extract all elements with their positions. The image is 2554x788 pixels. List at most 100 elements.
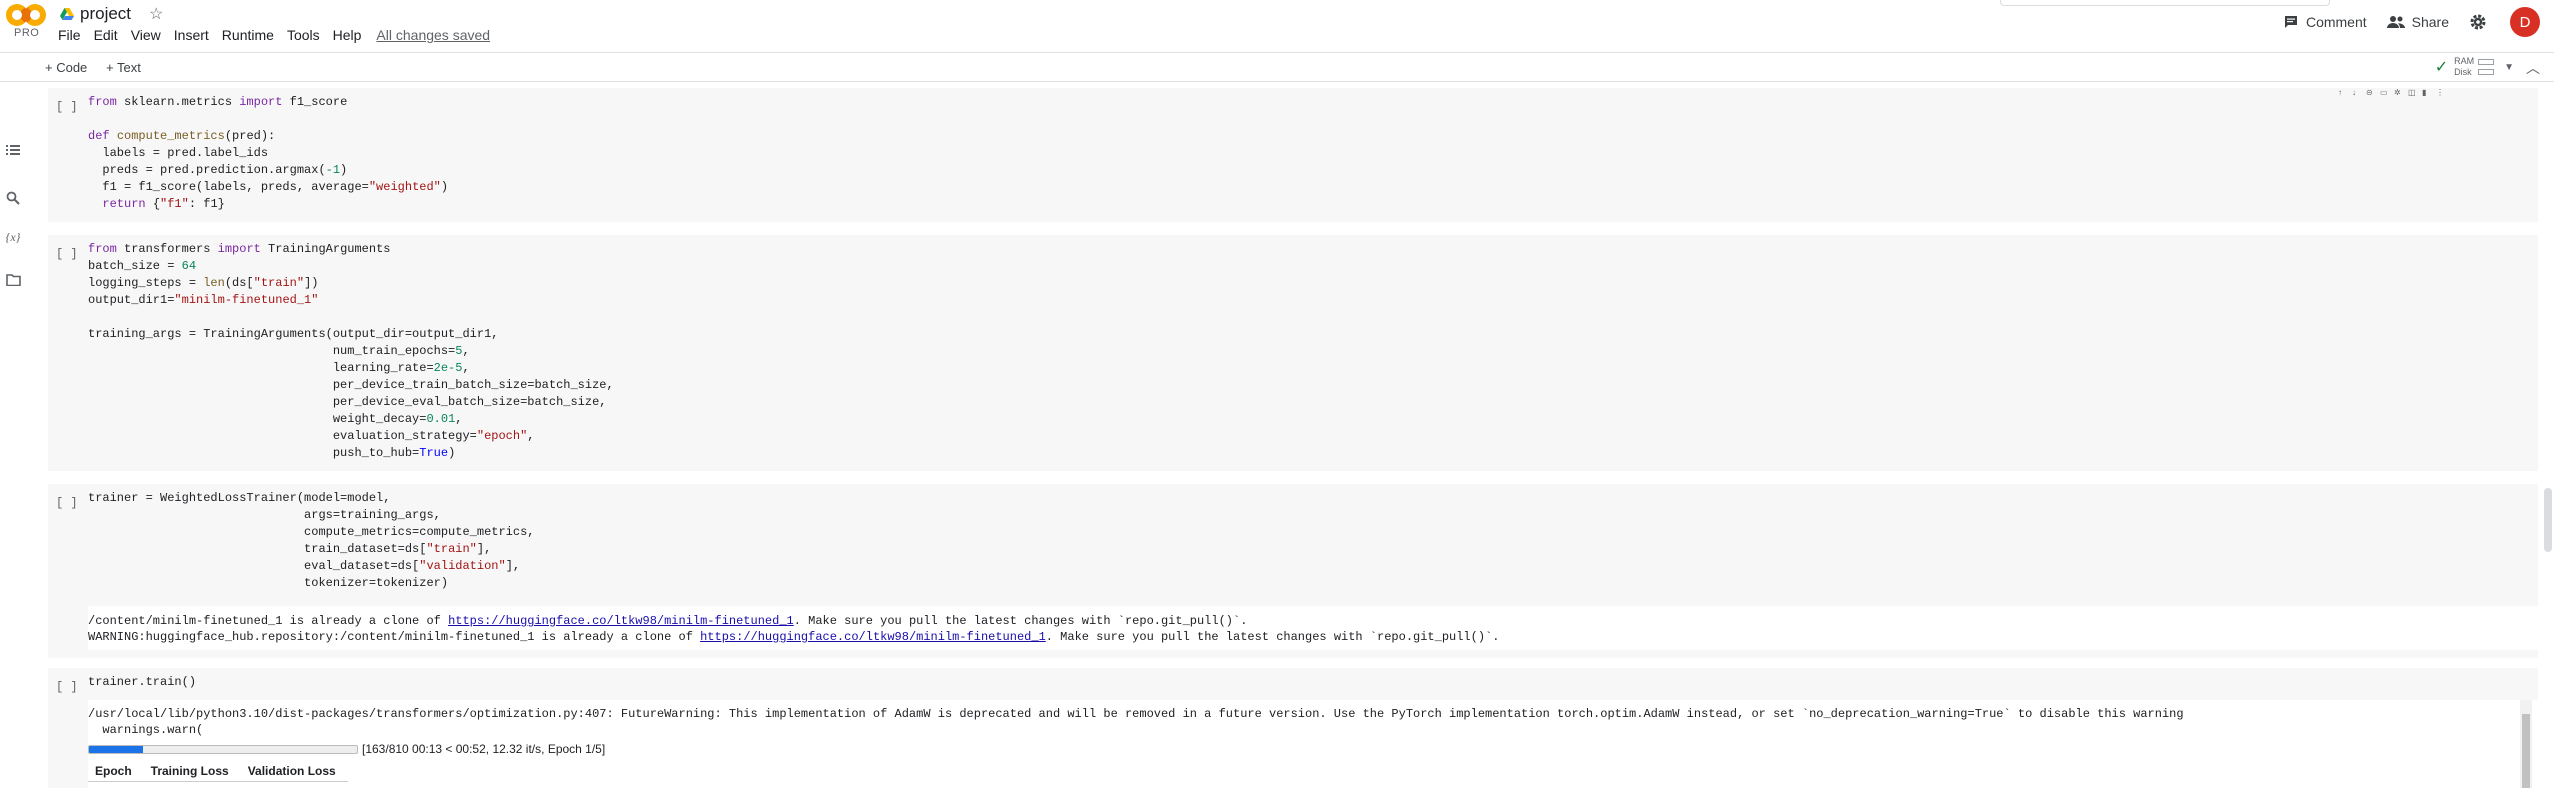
- left-sidebar: {x}: [0, 82, 26, 788]
- run-cell-button[interactable]: [ ]: [56, 100, 78, 114]
- table-of-contents-icon[interactable]: [4, 144, 22, 162]
- comment-cell-icon[interactable]: ▭: [2380, 88, 2394, 97]
- run-cell-button[interactable]: [ ]: [56, 496, 78, 510]
- disk-bar: [2478, 69, 2495, 75]
- column-header: Validation Loss: [247, 764, 336, 778]
- progress-text: [163/810 00:13 < 00:52, 12.32 it/s, Epoc…: [362, 742, 606, 756]
- menu-view[interactable]: View: [131, 27, 161, 43]
- code-line: from transformers import TrainingArgumen…: [88, 242, 391, 256]
- save-status[interactable]: All changes saved: [376, 27, 490, 43]
- code-editor[interactable]: trainer.train(): [88, 674, 196, 691]
- output-line: WARNING:huggingface_hub.repository:/cont…: [88, 629, 2538, 645]
- output-text: . Make sure you pull the latest changes …: [1045, 630, 1500, 644]
- menu-edit[interactable]: Edit: [94, 27, 118, 43]
- code-line: trainer.train(): [88, 675, 197, 689]
- output-text: WARNING:huggingface_hub.repository:/cont…: [88, 630, 701, 644]
- move-down-icon[interactable]: ↓: [2352, 88, 2366, 97]
- progress-bar: [88, 744, 358, 754]
- code-editor[interactable]: from sklearn.metrics import f1_score def…: [88, 94, 448, 213]
- pro-badge: PRO: [14, 27, 40, 39]
- code-line: compute_metrics=compute_metrics,: [88, 525, 535, 539]
- progress-bar-fill: [89, 745, 143, 753]
- code-editor[interactable]: trainer = WeightedLossTrainer(model=mode…: [88, 490, 534, 592]
- comment-icon: [2284, 16, 2297, 28]
- share-people-icon: [2386, 16, 2405, 28]
- disk-label: Disk: [2454, 67, 2472, 77]
- menu-runtime[interactable]: Runtime: [222, 27, 274, 43]
- metrics-table-header: Epoch Training Loss Validation Loss: [88, 764, 348, 782]
- cell-output: /content/minilm-finetuned_1 is already a…: [88, 606, 2538, 650]
- code-cell[interactable]: [ ] from transformers import TrainingArg…: [48, 235, 2538, 471]
- code-cell[interactable]: ↑ ↓ ⊝ ▭ ✲ ◫ ▮ ⋮ [ ] from sklearn.metrics…: [48, 88, 2538, 222]
- code-line: learning_rate=2e-5,: [88, 361, 470, 375]
- notification-bar: [2000, 0, 2330, 6]
- training-progress: [163/810 00:13 < 00:52, 12.32 it/s, Epoc…: [88, 742, 605, 756]
- code-line: tokenizer=tokenizer): [88, 576, 449, 590]
- warning-line: warnings.warn(: [88, 723, 204, 737]
- code-line: preds = pred.prediction.argmax(-1): [88, 163, 348, 177]
- run-cell-button[interactable]: [ ]: [56, 247, 78, 261]
- code-line: train_dataset=ds["train"],: [88, 542, 492, 556]
- code-line: def compute_metrics(pred):: [88, 129, 276, 143]
- code-line: batch_size = 64: [88, 259, 197, 273]
- output-scrollbar[interactable]: [2520, 700, 2532, 788]
- menu-help[interactable]: Help: [333, 27, 362, 43]
- search-icon[interactable]: [4, 191, 22, 209]
- output-scrollbar-thumb[interactable]: [2522, 714, 2530, 788]
- share-button[interactable]: Share: [2386, 14, 2449, 30]
- more-icon[interactable]: ⋮: [2436, 88, 2450, 97]
- code-line: per_device_train_batch_size=batch_size,: [88, 378, 614, 392]
- code-line: return {"f1": f1}: [102, 197, 225, 211]
- code-line: training_args = TrainingArguments(output…: [88, 327, 499, 341]
- code-line: f1 = f1_score(labels, preds, average="we…: [88, 180, 449, 194]
- chevron-up-icon[interactable]: ︿: [2526, 58, 2540, 78]
- code-line: args=training_args,: [88, 508, 441, 522]
- folder-icon[interactable]: [4, 274, 22, 292]
- repo-link[interactable]: https://huggingface.co/ltkw98/minilm-fin…: [700, 630, 1046, 644]
- user-avatar[interactable]: D: [2510, 7, 2540, 37]
- code-line: push_to_hub=True): [88, 446, 456, 460]
- chevron-down-icon[interactable]: ▼: [2504, 62, 2514, 73]
- resource-bars: [2478, 57, 2495, 77]
- comment-button[interactable]: Comment: [2283, 14, 2367, 30]
- resources-indicator[interactable]: ✓ RAM Disk ▼: [2435, 56, 2514, 78]
- menu-insert[interactable]: Insert: [174, 27, 209, 43]
- app-header: PRO project ☆ File Edit View Insert Runt…: [0, 0, 2554, 52]
- add-text-button[interactable]: + Text: [106, 60, 141, 75]
- page-scrollbar-thumb[interactable]: [2544, 488, 2552, 552]
- ram-bar: [2478, 59, 2495, 65]
- code-line: weight_decay=0.01,: [88, 412, 463, 426]
- variables-icon[interactable]: {x}: [4, 230, 22, 248]
- code-line: logging_steps = len(ds["train"]): [88, 276, 319, 290]
- repo-link[interactable]: https://huggingface.co/ltkw98/minilm-fin…: [448, 614, 794, 628]
- share-label: Share: [2411, 14, 2449, 30]
- code-line: evaluation_strategy="epoch",: [88, 429, 535, 443]
- run-cell-button[interactable]: [ ]: [56, 680, 78, 694]
- link-icon[interactable]: ⊝: [2366, 88, 2380, 97]
- menu-bar: File Edit View Insert Runtime Tools Help…: [58, 27, 503, 43]
- code-line: labels = pred.label_ids: [88, 146, 269, 160]
- add-code-button[interactable]: + Code: [45, 60, 87, 75]
- star-icon[interactable]: ☆: [149, 4, 163, 24]
- output-text: /content/minilm-finetuned_1 is already a…: [88, 614, 449, 628]
- resource-labels: RAM Disk: [2454, 56, 2474, 78]
- menu-tools[interactable]: Tools: [287, 27, 320, 43]
- notebook-title[interactable]: project: [80, 4, 131, 24]
- settings-button[interactable]: [2469, 13, 2494, 31]
- code-editor[interactable]: from transformers import TrainingArgumen…: [88, 241, 614, 462]
- code-line: num_train_epochs=5,: [88, 344, 470, 358]
- colab-logo[interactable]: [6, 4, 52, 26]
- move-up-icon[interactable]: ↑: [2338, 88, 2352, 97]
- settings-cell-icon[interactable]: ✲: [2394, 88, 2408, 97]
- cell-toolbar: ↑ ↓ ⊝ ▭ ✲ ◫ ▮ ⋮: [2338, 88, 2450, 97]
- header-actions: Comment Share D: [2263, 7, 2540, 37]
- mirror-cell-icon[interactable]: ◫: [2408, 88, 2422, 97]
- code-line: from sklearn.metrics import f1_score: [88, 95, 348, 109]
- gear-icon: [2470, 14, 2486, 30]
- code-line: output_dir1="minilm-finetuned_1": [88, 293, 319, 307]
- delete-cell-icon[interactable]: ▮: [2422, 88, 2436, 97]
- menu-file[interactable]: File: [58, 27, 81, 43]
- google-drive-icon: [60, 8, 74, 20]
